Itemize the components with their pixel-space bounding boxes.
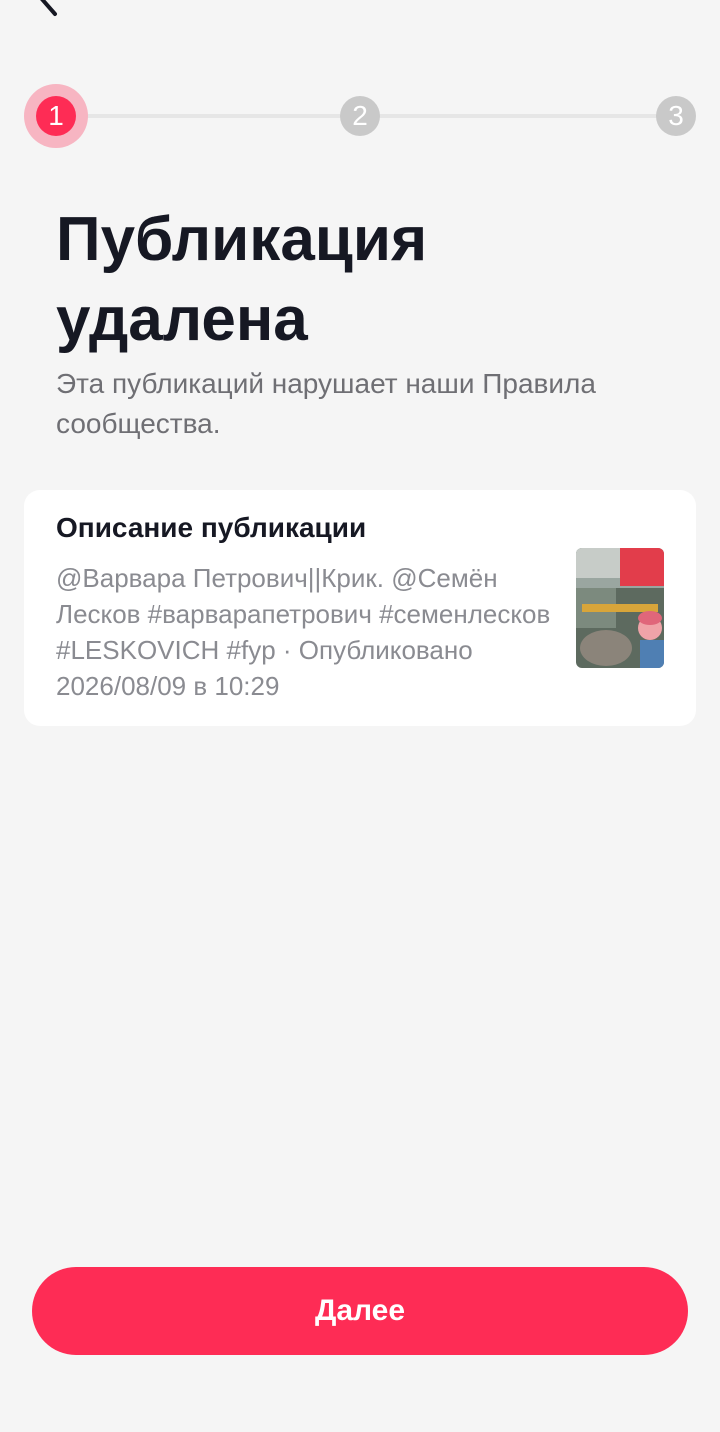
step-2-indicator: 2 <box>340 96 380 136</box>
step-3-indicator: 3 <box>656 96 696 136</box>
step-1-indicator: 1 <box>24 84 88 148</box>
page-title: Публикация удалена <box>56 205 428 354</box>
post-description-card: Описание публикации @Варвара Петрович||К… <box>24 490 696 726</box>
page-subtitle: Эта публикаций нарушает наши Правила соо… <box>56 368 596 439</box>
back-button[interactable] <box>28 0 68 18</box>
card-title: Описание публикации <box>56 512 367 543</box>
post-description-text: @Варвара Петрович||Крик. @Семён Лесков #… <box>56 563 551 701</box>
next-button[interactable]: Далее <box>32 1267 688 1355</box>
progress-stepper: 1 2 3 <box>24 84 698 148</box>
step-1-label: 1 <box>36 96 76 136</box>
post-thumbnail <box>576 548 664 668</box>
chevron-left-icon <box>40 0 57 16</box>
